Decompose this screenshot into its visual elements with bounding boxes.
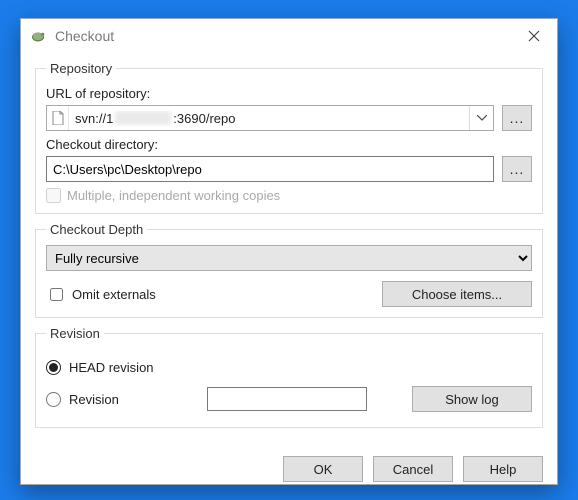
browse-url-button[interactable]: ... <box>502 105 532 131</box>
specific-revision-radio[interactable] <box>46 392 61 407</box>
revision-number-input[interactable] <box>207 387 367 411</box>
checkout-dir-label: Checkout directory: <box>46 137 532 152</box>
checkout-dialog: Checkout Repository URL of repository: <box>20 18 558 485</box>
multiple-copies-label: Multiple, independent working copies <box>67 188 280 203</box>
ok-button[interactable]: OK <box>283 456 363 482</box>
url-label: URL of repository: <box>46 86 532 101</box>
close-icon <box>528 30 540 42</box>
repository-group: Repository URL of repository: svn://1:36… <box>35 61 543 214</box>
window-title: Checkout <box>55 28 114 44</box>
dropdown-arrow-icon[interactable] <box>469 106 493 130</box>
browse-dir-button[interactable]: ... <box>502 156 532 182</box>
checkout-depth-select[interactable]: Fully recursive <box>46 245 532 271</box>
cancel-button[interactable]: Cancel <box>373 456 453 482</box>
show-log-button[interactable]: Show log <box>412 386 532 412</box>
document-icon <box>47 106 69 130</box>
multiple-copies-checkbox-row: Multiple, independent working copies <box>46 188 532 203</box>
repository-url-value: svn://1:3690/repo <box>69 111 469 126</box>
dialog-footer: OK Cancel Help <box>21 446 557 482</box>
omit-externals-row[interactable]: Omit externals <box>46 285 382 304</box>
revision-group: Revision HEAD revision Revision Show log <box>35 326 543 428</box>
multiple-copies-checkbox <box>46 188 61 203</box>
specific-revision-label: Revision <box>69 392 199 407</box>
head-revision-radio[interactable] <box>46 360 61 375</box>
titlebar[interactable]: Checkout <box>21 19 557 53</box>
checkout-dir-input[interactable] <box>46 156 494 182</box>
omit-externals-checkbox[interactable] <box>50 288 63 301</box>
head-revision-label: HEAD revision <box>69 360 199 375</box>
tortoisesvn-icon <box>29 27 47 45</box>
repository-url-combo[interactable]: svn://1:3690/repo <box>46 105 494 131</box>
checkout-depth-group: Checkout Depth Fully recursive Omit exte… <box>35 222 543 318</box>
repository-legend: Repository <box>46 61 116 76</box>
omit-externals-label: Omit externals <box>72 287 156 302</box>
choose-items-button[interactable]: Choose items... <box>382 281 532 307</box>
redacted-segment <box>115 111 171 125</box>
checkout-depth-legend: Checkout Depth <box>46 222 147 237</box>
close-button[interactable] <box>511 19 557 53</box>
help-button[interactable]: Help <box>463 456 543 482</box>
revision-legend: Revision <box>46 326 104 341</box>
